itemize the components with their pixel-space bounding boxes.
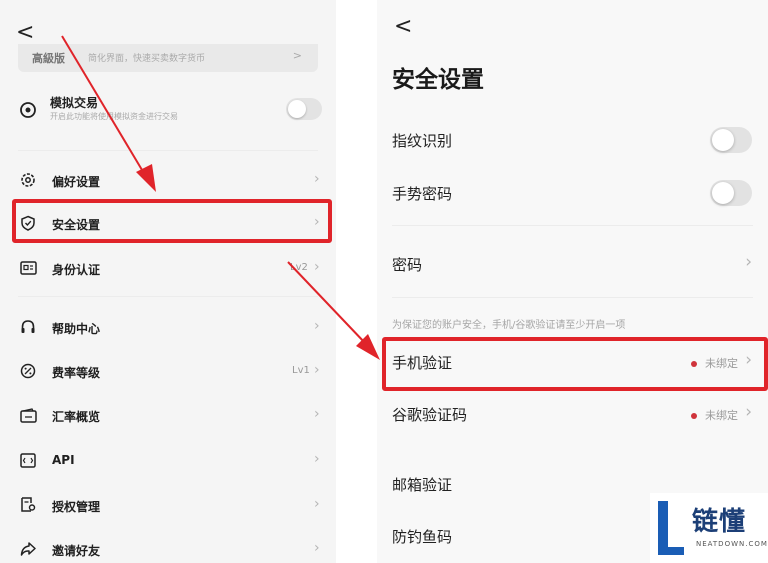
- sim-trade-subtitle: 开启此功能将使用模拟资金进行交易: [50, 112, 178, 121]
- google-verify-label: 谷歌验证码: [392, 406, 468, 424]
- menu-item-identity[interactable]: 身份认证 Lv2 ›: [0, 253, 336, 283]
- chevron-right-icon: ›: [745, 252, 752, 272]
- menu-item-label: 汇率概览: [52, 410, 101, 424]
- chevron-right-icon: ›: [314, 451, 320, 467]
- sim-trade-title: 模拟交易: [50, 96, 99, 110]
- menu-item-label: 授权管理: [52, 500, 101, 514]
- security-settings-panel: < 安全设置 指纹识别 手势密码 密码 › 为保证您的账户安全，手机/谷歌验证请…: [377, 0, 768, 563]
- api-icon: [19, 451, 37, 469]
- sim-trade-toggle[interactable]: [286, 98, 322, 120]
- brand-site: NEATDOWN.COM: [696, 540, 768, 548]
- phone-highlight-box: [382, 337, 768, 391]
- security-highlight-box: [12, 199, 332, 243]
- chevron-right-icon: ›: [314, 259, 320, 275]
- banner-title: 高級版: [32, 52, 65, 65]
- menu-item-label: 身份认证: [52, 263, 101, 277]
- fingerprint-label: 指纹识别: [392, 132, 453, 150]
- chevron-right-icon: >: [292, 49, 302, 62]
- menu-item-label: 邀请好友: [52, 544, 101, 558]
- chevron-right-icon: ›: [314, 496, 320, 512]
- gesture-label: 手势密码: [392, 185, 453, 203]
- password-row[interactable]: 密码 ›: [377, 246, 768, 282]
- divider: [392, 297, 753, 298]
- brand-logo-icon: [658, 501, 684, 555]
- gesture-toggle[interactable]: [710, 180, 752, 206]
- menu-item-label: 费率等级: [52, 366, 101, 380]
- menu-item-api[interactable]: API ›: [0, 445, 336, 475]
- divider: [18, 150, 318, 151]
- menu-item-preferences[interactable]: 偏好设置 ›: [0, 165, 336, 195]
- status-dot: [691, 413, 697, 419]
- gesture-row: 手势密码: [377, 175, 768, 211]
- password-label: 密码: [392, 256, 423, 274]
- chevron-right-icon: ›: [314, 362, 320, 378]
- banner-subtitle: 简化界面，快速买卖数字货币: [88, 54, 206, 64]
- share-icon: [19, 540, 37, 558]
- menu-item-label: 偏好设置: [52, 175, 101, 189]
- level-badge: Lv1: [292, 365, 310, 376]
- anti-phishing-label: 防钓鱼码: [392, 528, 453, 546]
- back-button[interactable]: <: [394, 16, 412, 38]
- advanced-banner[interactable]: 高級版 简化界面，快速买卖数字货币 >: [18, 44, 318, 72]
- chevron-right-icon: ›: [314, 406, 320, 422]
- left-settings-panel: < 高級版 简化界面，快速买卖数字货币 > 模拟交易 开启此功能将使用模拟资金进…: [0, 0, 336, 563]
- menu-item-label: API: [52, 453, 75, 467]
- menu-item-fee-level[interactable]: 费率等级 Lv1 ›: [0, 356, 336, 386]
- fingerprint-toggle[interactable]: [710, 127, 752, 153]
- level-badge: Lv2: [290, 262, 308, 273]
- divider: [18, 296, 318, 297]
- fingerprint-row: 指纹识别: [377, 122, 768, 158]
- gear-icon: [19, 171, 37, 189]
- wallet-icon: [19, 406, 37, 424]
- divider: [392, 225, 753, 226]
- panel-gap: [336, 0, 377, 563]
- menu-item-authorization[interactable]: 授权管理 ›: [0, 490, 336, 520]
- chevron-right-icon: ›: [314, 318, 320, 334]
- chevron-right-icon: ›: [314, 171, 320, 187]
- security-notice: 为保证您的账户安全，手机/谷歌验证请至少开启一项: [392, 320, 626, 331]
- menu-item-exchange-rate[interactable]: 汇率概览 ›: [0, 400, 336, 430]
- chevron-right-icon: ›: [314, 540, 320, 556]
- sim-trade-icon: [18, 100, 38, 120]
- brand-name: 链懂: [692, 507, 747, 537]
- percent-icon: [19, 362, 37, 380]
- authorization-icon: [19, 496, 37, 514]
- back-button[interactable]: <: [16, 22, 34, 44]
- watermark-logo: 链懂 NEATDOWN.COM: [650, 493, 768, 563]
- menu-item-label: 帮助中心: [52, 322, 101, 336]
- page-title: 安全设置: [392, 67, 484, 93]
- menu-item-help[interactable]: 帮助中心 ›: [0, 312, 336, 342]
- google-verify-row[interactable]: 谷歌验证码 未绑定 ›: [377, 396, 768, 432]
- status-badge: 未绑定: [691, 407, 738, 423]
- sim-trade-row: 模拟交易 开启此功能将使用模拟资金进行交易: [0, 90, 336, 130]
- menu-item-invite[interactable]: 邀请好友 ›: [0, 534, 336, 563]
- chevron-right-icon: ›: [745, 402, 752, 422]
- headset-icon: [19, 318, 37, 336]
- id-card-icon: [19, 259, 37, 277]
- email-verify-label: 邮箱验证: [392, 476, 453, 494]
